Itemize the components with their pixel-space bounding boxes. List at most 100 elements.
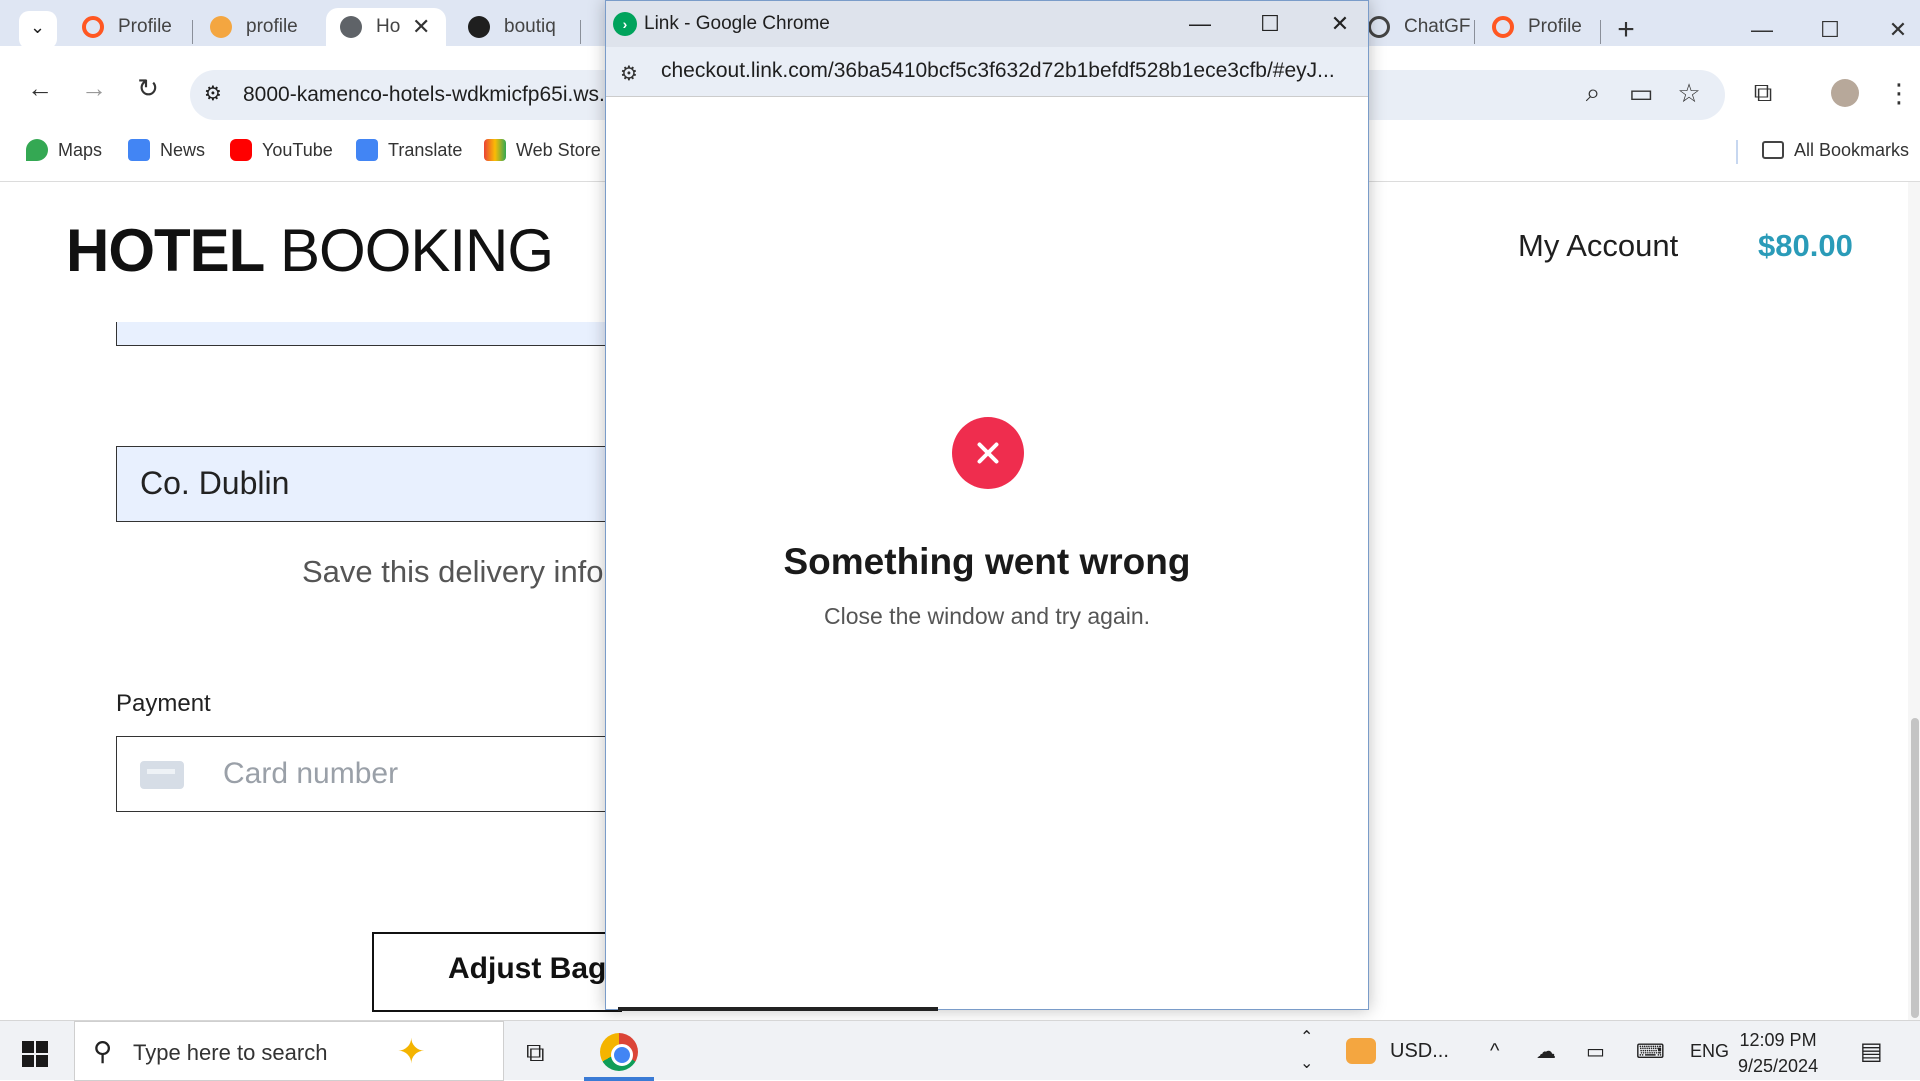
- bag-total-link[interactable]: $80.00: [1758, 228, 1853, 264]
- tab-search-button[interactable]: ⌄: [19, 11, 57, 49]
- show-hidden-icons[interactable]: ^: [1490, 1021, 1499, 1081]
- bookmark-maps[interactable]: Maps: [26, 132, 102, 168]
- address-field-partial[interactable]: [116, 322, 616, 346]
- bookmark-label: Translate: [388, 139, 463, 160]
- tab-hotels-active[interactable]: Ho ✕: [326, 8, 446, 46]
- site-info-icon[interactable]: ⚙: [204, 81, 222, 106]
- avatar[interactable]: [1828, 76, 1862, 110]
- currency-widget-label: USD...: [1390, 1039, 1449, 1062]
- task-view-icon[interactable]: ⧉: [526, 1037, 545, 1069]
- tab-label: Profile: [1528, 16, 1582, 37]
- language-indicator[interactable]: ENG: [1690, 1021, 1729, 1081]
- maximize-icon[interactable]: ☐: [1810, 10, 1850, 50]
- reload-icon[interactable]: ↻: [126, 66, 170, 110]
- github-icon: [468, 16, 490, 38]
- error-x-icon: [952, 417, 1024, 489]
- extensions-icon[interactable]: ⧉: [1746, 76, 1780, 110]
- windows-taskbar: ⚲ Type here to search ✦ ⧉ ⌃ ⌄ USD... ^ ☁…: [0, 1020, 1920, 1081]
- bookmark-youtube[interactable]: YouTube: [230, 132, 333, 168]
- battery-icon[interactable]: ▭: [1586, 1021, 1605, 1081]
- popup-window-title: Link - Google Chrome: [644, 13, 830, 34]
- maps-icon: [26, 139, 48, 161]
- taskbar-search-placeholder: Type here to search: [133, 1040, 328, 1065]
- card-number-input[interactable]: Card number: [116, 736, 616, 812]
- close-tab-icon[interactable]: ✕: [412, 14, 430, 40]
- keyboard-icon[interactable]: ⌨: [1636, 1021, 1665, 1081]
- tab-label: Ho: [376, 16, 401, 37]
- chevron-down-icon: ⌄: [1300, 1055, 1314, 1072]
- save-info-text: Save this delivery infor: [302, 554, 614, 589]
- popup-close-icon[interactable]: ✕: [1322, 7, 1358, 41]
- error-title: Something went wrong: [783, 541, 1191, 582]
- chevron-up-icon: ⌃: [1300, 1029, 1314, 1046]
- minimize-icon[interactable]: —: [1742, 10, 1782, 50]
- notification-icon[interactable]: ▤: [1860, 1021, 1883, 1081]
- tab-label: boutiq: [504, 16, 556, 37]
- star-icon[interactable]: ☆: [1672, 76, 1706, 110]
- profile-favicon-icon: [1492, 16, 1514, 38]
- scrollbar-thumb[interactable]: [1911, 718, 1919, 1018]
- tab-separator: [580, 20, 581, 44]
- bookmarks-divider: [1736, 140, 1738, 164]
- forward-icon[interactable]: →: [72, 66, 116, 110]
- page-scrollbar[interactable]: [1908, 182, 1920, 1020]
- popup-address-bar[interactable]: ⚙ checkout.link.com/36ba5410bcf5c3f632d7…: [606, 47, 1368, 97]
- popup-title-bar[interactable]: › Link - Google Chrome — ☐ ✕: [606, 1, 1368, 47]
- close-window-icon[interactable]: ✕: [1878, 10, 1918, 50]
- bookmark-label: Web Store: [516, 139, 601, 160]
- tab-profile-1[interactable]: Profile: [68, 8, 198, 46]
- popup-url: checkout.link.com/36ba5410bcf5c3f632d72b…: [661, 59, 1335, 82]
- site-logo[interactable]: HOTEL BOOKING: [66, 216, 554, 285]
- tab-label: Profile: [118, 16, 172, 37]
- bookmark-webstore[interactable]: Web Store: [484, 132, 601, 168]
- credit-card-icon: [140, 761, 184, 789]
- chatgpt-icon: [1368, 16, 1390, 38]
- taskbar-search-box[interactable]: ⚲ Type here to search ✦: [74, 1021, 504, 1081]
- tab-chatgpt[interactable]: ChatGF: [1354, 8, 1472, 46]
- bookmark-label: Maps: [58, 139, 103, 160]
- card-icon[interactable]: ▭: [1624, 76, 1658, 110]
- my-account-link[interactable]: My Account: [1518, 228, 1678, 264]
- zoom-icon[interactable]: ⌕: [1576, 76, 1610, 110]
- chevron-down-icon: ⌄: [30, 17, 46, 37]
- currency-widget[interactable]: USD...: [1346, 1021, 1449, 1081]
- tab-profile-2[interactable]: profile: [196, 8, 324, 46]
- logo-light-text: BOOKING: [280, 217, 554, 284]
- new-tab-button[interactable]: +: [1606, 10, 1646, 50]
- onedrive-error-icon[interactable]: ☁: [1536, 1021, 1556, 1081]
- link-popup-window: › Link - Google Chrome — ☐ ✕ ⚙ checkout.…: [605, 0, 1369, 1011]
- taskbar-clock[interactable]: 12:09 PM 9/25/2024: [1738, 1027, 1818, 1079]
- popup-maximize-icon[interactable]: ☐: [1252, 7, 1288, 41]
- bookmark-label: YouTube: [262, 139, 333, 160]
- clock-date: 9/25/2024: [1738, 1056, 1819, 1076]
- logo-bold-text: HOTEL: [66, 217, 265, 284]
- back-icon[interactable]: ←: [18, 66, 62, 110]
- search-icon: ⚲: [93, 1036, 113, 1066]
- tab-profile-3[interactable]: Profile: [1478, 8, 1598, 46]
- all-bookmarks-label: All Bookmarks: [1794, 139, 1910, 160]
- all-bookmarks-button[interactable]: All Bookmarks: [1762, 132, 1909, 168]
- clock-time: 12:09 PM: [1739, 1030, 1817, 1050]
- adjust-bag-button[interactable]: Adjust Bag: [372, 932, 622, 1012]
- tab-github[interactable]: boutiq: [454, 8, 584, 46]
- bookmark-translate[interactable]: Translate: [356, 132, 462, 168]
- site-info-icon[interactable]: ⚙: [620, 61, 638, 86]
- menu-dots-icon[interactable]: ⋮: [1882, 76, 1916, 110]
- translate-icon: [356, 139, 378, 161]
- tab-separator: [1474, 20, 1475, 44]
- taskbar-chrome[interactable]: [584, 1021, 654, 1081]
- windows-start-icon[interactable]: [22, 1041, 48, 1067]
- county-field[interactable]: Co. Dublin: [116, 446, 616, 522]
- news-icon: [128, 139, 150, 161]
- globe-icon: [340, 16, 362, 38]
- profile-favicon-icon: [82, 16, 104, 38]
- webstore-icon: [484, 139, 506, 161]
- tab-separator: [1600, 20, 1601, 44]
- card-number-placeholder: Card number: [223, 757, 399, 790]
- address-url: 8000-kamenco-hotels-wdkmicfp65i.ws.: [243, 83, 605, 106]
- tray-scroll-arrows[interactable]: ⌃ ⌄: [1300, 1021, 1313, 1081]
- payment-label: Payment: [116, 690, 211, 717]
- bookmark-news[interactable]: News: [128, 132, 205, 168]
- popup-minimize-icon[interactable]: —: [1182, 7, 1218, 41]
- chrome-icon: [600, 1033, 638, 1071]
